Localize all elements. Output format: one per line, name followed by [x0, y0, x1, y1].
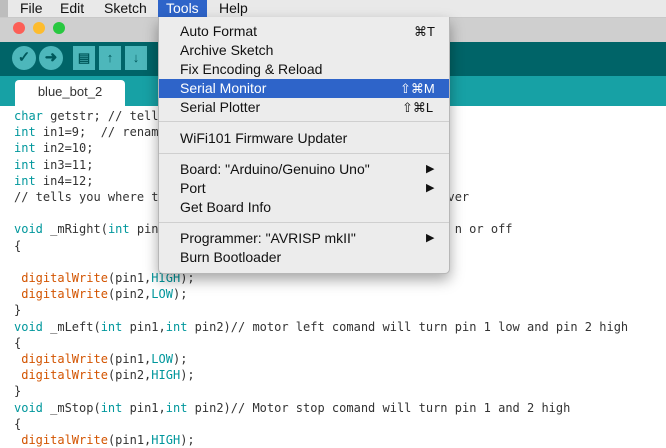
menu-item-fix-encoding[interactable]: Fix Encoding & Reload	[159, 60, 449, 79]
menu-item-serial-monitor[interactable]: Serial Monitor ⇧⌘M	[159, 79, 449, 98]
menu-item-programmer[interactable]: Programmer: "AVRISP mkII" ▶	[159, 229, 449, 248]
tab-blue-bot-2[interactable]: blue_bot_2	[15, 80, 125, 106]
menu-separator	[159, 153, 449, 154]
code-line-20: {	[14, 416, 22, 431]
menu-sketch[interactable]: Sketch	[96, 0, 155, 17]
submenu-arrow-icon: ▶	[426, 232, 435, 244]
code-line-21: digitalWrite(pin1,HIGH);	[21, 433, 195, 448]
menu-item-burn-bootloader[interactable]: Burn Bootloader	[159, 248, 449, 267]
submenu-arrow-icon: ▶	[426, 182, 435, 194]
code-line-9: {	[14, 238, 22, 253]
menu-bar: File Edit Sketch Tools Help	[0, 0, 666, 18]
verify-button[interactable]: ✓	[12, 46, 36, 70]
code-line-1: char getstr; // tells	[14, 109, 166, 123]
code-line-14: void _mLeft(int pin1,int pin2)// motor l…	[14, 319, 629, 334]
menu-item-get-board-info[interactable]: Get Board Info	[159, 198, 449, 217]
code-line-17: digitalWrite(pin2,HIGH);	[21, 368, 195, 383]
code-line-16: digitalWrite(pin1,LOW);	[21, 352, 188, 367]
minimize-window-icon[interactable]	[33, 22, 45, 34]
menu-item-serial-plotter[interactable]: Serial Plotter ⇧⌘L	[159, 98, 449, 117]
menu-help[interactable]: Help	[211, 0, 256, 17]
menu-file[interactable]: File	[12, 0, 51, 17]
apple-menu-icon[interactable]	[0, 0, 8, 17]
close-window-icon[interactable]	[13, 22, 25, 34]
menu-item-auto-format[interactable]: Auto Format ⌘T	[159, 22, 449, 41]
zoom-window-icon[interactable]	[53, 22, 65, 34]
tools-menu: Auto Format ⌘T Archive Sketch Fix Encodi…	[158, 17, 450, 274]
menu-edit[interactable]: Edit	[52, 0, 92, 17]
save-sketch-button[interactable]: ↓	[125, 46, 147, 70]
menu-separator	[159, 121, 449, 122]
menu-item-wifi101-updater[interactable]: WiFi101 Firmware Updater	[159, 129, 449, 148]
code-line-3: int in2=10;	[14, 141, 94, 156]
submenu-arrow-icon: ▶	[426, 163, 435, 175]
upload-button[interactable]: ➜	[39, 46, 63, 70]
code-line-12: digitalWrite(pin2,LOW);	[21, 287, 188, 302]
code-line-15: {	[14, 335, 22, 350]
menu-item-port[interactable]: Port ▶	[159, 179, 449, 198]
menu-tools[interactable]: Tools	[158, 0, 207, 17]
code-line-18: }	[14, 384, 22, 399]
code-line-19: void _mStop(int pin1,int pin2)// Motor s…	[14, 400, 571, 415]
code-line-5: int in4=12;	[14, 173, 94, 188]
code-line-13: }	[14, 303, 22, 318]
code-line-4: int in3=11;	[14, 157, 94, 172]
menu-item-archive-sketch[interactable]: Archive Sketch	[159, 41, 449, 60]
code-line-2: int in1=9; // renam	[14, 125, 159, 140]
menu-item-board[interactable]: Board: "Arduino/Genuino Uno" ▶	[159, 160, 449, 179]
new-sketch-button[interactable]: ▤	[73, 46, 95, 70]
open-sketch-button[interactable]: ↑	[99, 46, 121, 70]
menu-separator	[159, 222, 449, 223]
